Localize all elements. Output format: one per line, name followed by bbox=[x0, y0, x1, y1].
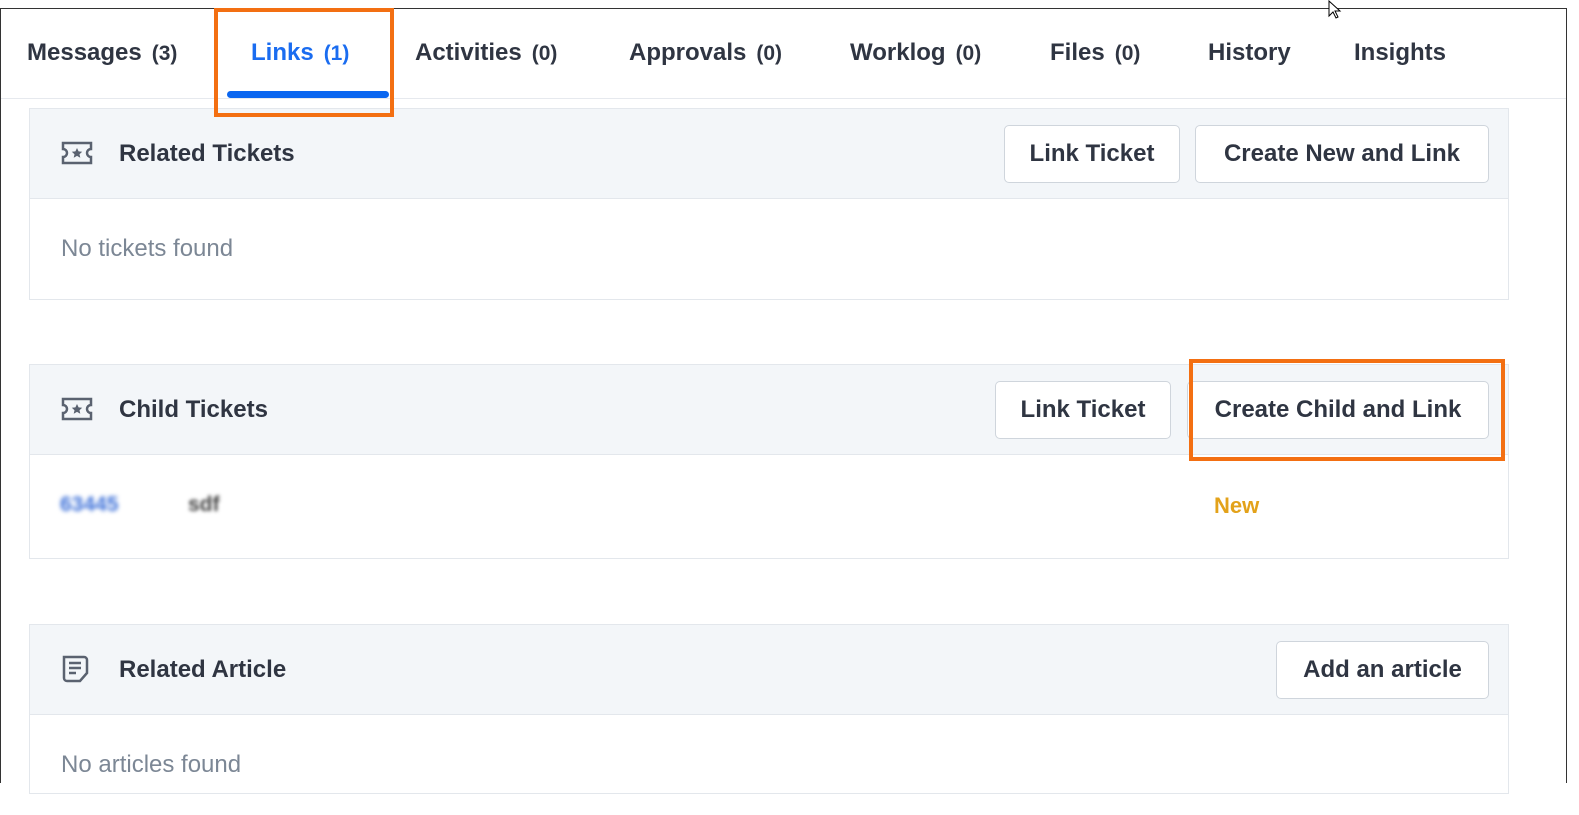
section-body: No articles found bbox=[30, 715, 1508, 815]
ticket-id-link[interactable]: 63445 bbox=[60, 493, 118, 517]
section-body: No tickets found bbox=[30, 199, 1508, 299]
tab-worklog[interactable]: Worklog (0) bbox=[850, 39, 981, 67]
status-badge: New bbox=[1214, 493, 1260, 518]
tab-history[interactable]: History bbox=[1208, 39, 1291, 67]
related-tickets-section: Related Tickets Link Ticket Create New a… bbox=[29, 108, 1509, 300]
tab-label: Insights bbox=[1354, 39, 1447, 66]
tab-messages[interactable]: Messages (3) bbox=[27, 39, 177, 67]
highlight-box-links-tab bbox=[214, 8, 394, 117]
article-icon bbox=[62, 655, 89, 683]
tab-label: Activities bbox=[415, 39, 522, 66]
ticket-subject: sdf bbox=[188, 493, 220, 516]
tab-files[interactable]: Files (0) bbox=[1050, 39, 1140, 67]
section-title: Related Tickets bbox=[119, 140, 295, 167]
highlight-box-create-child bbox=[1189, 359, 1505, 461]
tab-activities[interactable]: Activities (0) bbox=[415, 39, 557, 67]
tab-count: (0) bbox=[1114, 42, 1141, 65]
tab-label: Approvals bbox=[629, 39, 747, 66]
link-ticket-button[interactable]: Link Ticket bbox=[995, 381, 1171, 439]
ticket-icon bbox=[61, 141, 93, 165]
related-article-section: Related Article Add an article No articl… bbox=[29, 624, 1509, 794]
tab-label: Files bbox=[1050, 39, 1105, 66]
section-header: Related Article Add an article bbox=[30, 625, 1508, 715]
tab-label: History bbox=[1208, 39, 1291, 66]
tab-count: (0) bbox=[756, 42, 783, 65]
tab-insights[interactable]: Insights bbox=[1354, 39, 1446, 67]
create-new-and-link-button[interactable]: Create New and Link bbox=[1195, 125, 1489, 183]
mouse-cursor-icon bbox=[1328, 0, 1342, 19]
table-row[interactable]: 63445 sdf New bbox=[30, 455, 1508, 558]
tab-approvals[interactable]: Approvals (0) bbox=[629, 39, 782, 67]
ticket-icon bbox=[61, 397, 93, 421]
section-title: Related Article bbox=[119, 656, 287, 683]
tab-label: Messages bbox=[27, 39, 142, 66]
empty-message: No tickets found bbox=[61, 235, 234, 262]
add-article-button[interactable]: Add an article bbox=[1276, 641, 1489, 699]
tab-count: (0) bbox=[531, 42, 558, 65]
link-ticket-button[interactable]: Link Ticket bbox=[1004, 125, 1180, 183]
section-title: Child Tickets bbox=[119, 396, 268, 423]
tab-count: (0) bbox=[955, 42, 982, 65]
tab-count: (3) bbox=[151, 42, 178, 65]
empty-message: No articles found bbox=[61, 751, 242, 778]
tab-label: Worklog bbox=[850, 39, 946, 66]
section-header: Related Tickets Link Ticket Create New a… bbox=[30, 109, 1508, 199]
